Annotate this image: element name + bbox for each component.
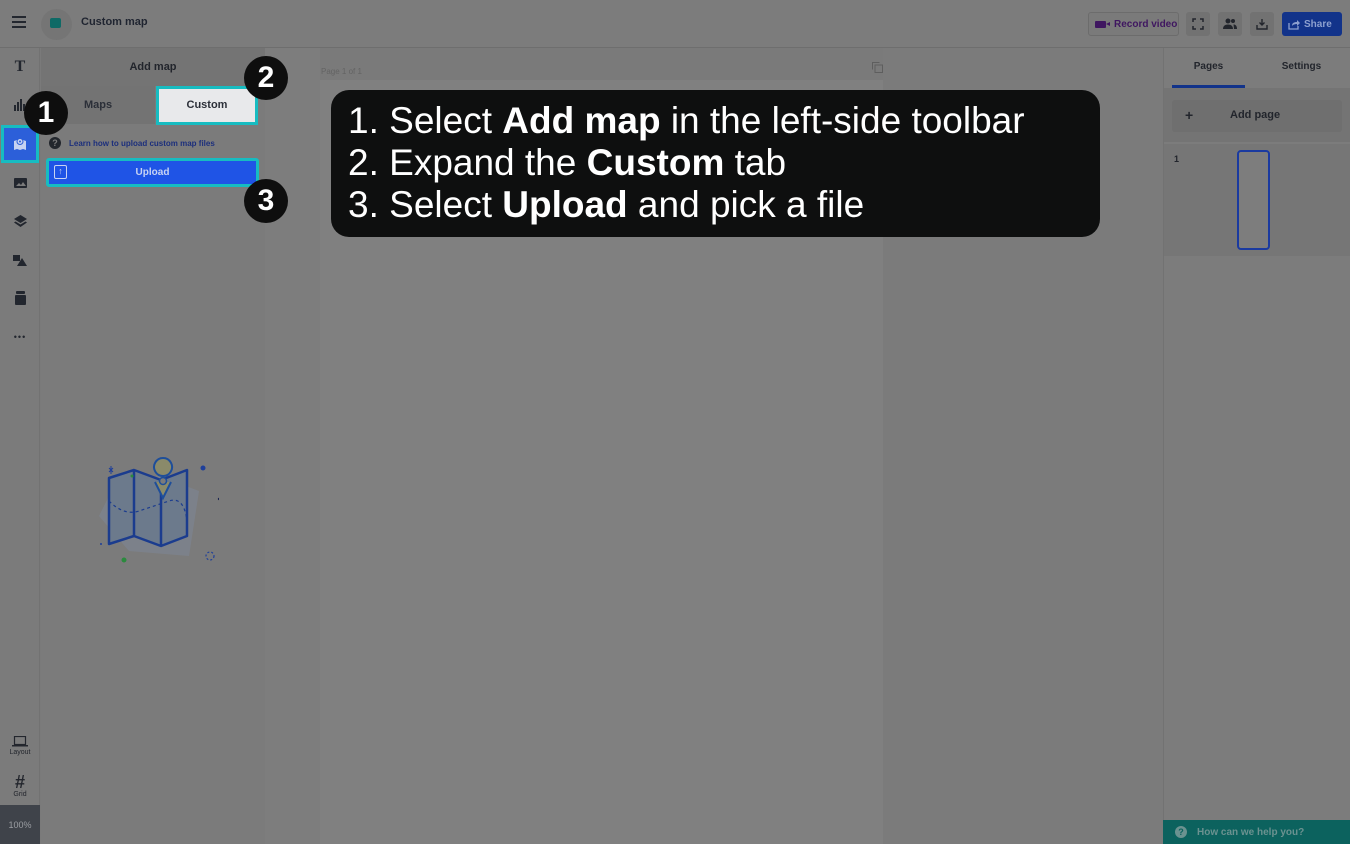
question-icon: ? [1175, 826, 1187, 838]
page-list-item[interactable]: 1 [1164, 144, 1350, 256]
instruction-step-2: 2. Expand the Custom tab [348, 142, 787, 183]
layers-tool-button[interactable] [0, 202, 40, 240]
share-label: Share [1304, 18, 1332, 30]
tab-settings[interactable]: Settings [1264, 48, 1339, 88]
right-panel: Pages Settings + Add page 1 [1163, 48, 1350, 844]
laptop-icon [12, 735, 28, 747]
layout-label: Layout [9, 749, 31, 756]
collaborators-button[interactable] [1218, 12, 1242, 36]
add-page-button[interactable]: + Add page [1172, 100, 1342, 132]
question-icon: ? [49, 137, 61, 149]
page-label: Page 1 of 1 [321, 67, 362, 76]
users-icon [1223, 18, 1237, 29]
step-badge-3: 3 [244, 179, 288, 223]
upload-label: Upload [135, 167, 170, 178]
duplicate-page-icon[interactable] [872, 62, 883, 73]
instruction-callout: 1. Select Add map in the left-side toolb… [331, 90, 1100, 237]
download-button[interactable] [1250, 12, 1274, 36]
add-page-label: Add page [1230, 109, 1281, 121]
text-tool-button[interactable]: T [0, 48, 40, 86]
share-button[interactable]: Share [1282, 12, 1342, 36]
shapes-icon [13, 254, 27, 266]
text-icon: T [14, 58, 26, 75]
grid-icon: # [14, 772, 25, 792]
instruction-step-1: 1. Select Add map in the left-side toolb… [348, 100, 1025, 141]
step-badge-1: 1 [24, 91, 68, 135]
document-title[interactable]: Custom map [81, 16, 148, 28]
page-number: 1 [1174, 154, 1180, 164]
add-map-panel: Add map Maps Custom ? Learn how to uploa… [41, 48, 265, 844]
layout-button[interactable]: Layout [0, 735, 40, 756]
page-thumbnail[interactable] [1237, 150, 1270, 250]
record-video-button[interactable]: Record video [1088, 12, 1179, 36]
canvas-margin [265, 48, 320, 844]
top-bar: Custom map Record video Share [0, 0, 1350, 48]
share-icon [1288, 19, 1300, 30]
panel-title: Add map [41, 48, 265, 86]
grid-label: Grid [13, 791, 27, 798]
help-widget-label: How can we help you? [1197, 826, 1305, 838]
tab-pages[interactable]: Pages [1172, 48, 1245, 88]
grid-button[interactable]: # Grid [0, 773, 40, 798]
fullscreen-button[interactable] [1186, 12, 1210, 36]
help-link[interactable]: ? Learn how to upload custom map files [49, 137, 215, 149]
more-tools-button[interactable]: ••• [0, 318, 40, 356]
image-tool-button[interactable] [0, 164, 40, 202]
tab-custom[interactable]: Custom [156, 86, 258, 125]
shapes-tool-button[interactable] [0, 241, 40, 279]
record-video-label: Record video [1114, 18, 1178, 30]
step-badge-2: 2 [244, 56, 288, 100]
download-icon [1256, 19, 1268, 30]
map-illustration [99, 457, 219, 563]
instruction-step-3: 3. Select Upload and pick a file [348, 184, 865, 225]
upload-button[interactable]: ↑ Upload [46, 158, 259, 187]
help-link-text: Learn how to upload custom map files [69, 138, 215, 148]
video-camera-icon [1095, 20, 1110, 28]
upload-icon: ↑ [54, 165, 67, 179]
fullscreen-icon [1192, 18, 1204, 30]
image-icon [13, 178, 27, 188]
hamburger-icon[interactable] [12, 16, 26, 30]
plus-icon: + [1185, 107, 1194, 123]
map-icon [14, 138, 26, 150]
add-page-area: + Add page [1164, 88, 1350, 142]
more-icon: ••• [13, 332, 27, 342]
zoom-level[interactable]: 100% [0, 805, 40, 844]
left-toolbar: T ••• Layout # Grid 100% [0, 48, 40, 844]
bucket-tool-button[interactable] [0, 279, 40, 317]
help-widget[interactable]: ? How can we help you? [1163, 820, 1350, 844]
pages-icon[interactable] [41, 9, 72, 40]
layers-icon [13, 215, 27, 227]
bucket-icon [14, 291, 26, 305]
